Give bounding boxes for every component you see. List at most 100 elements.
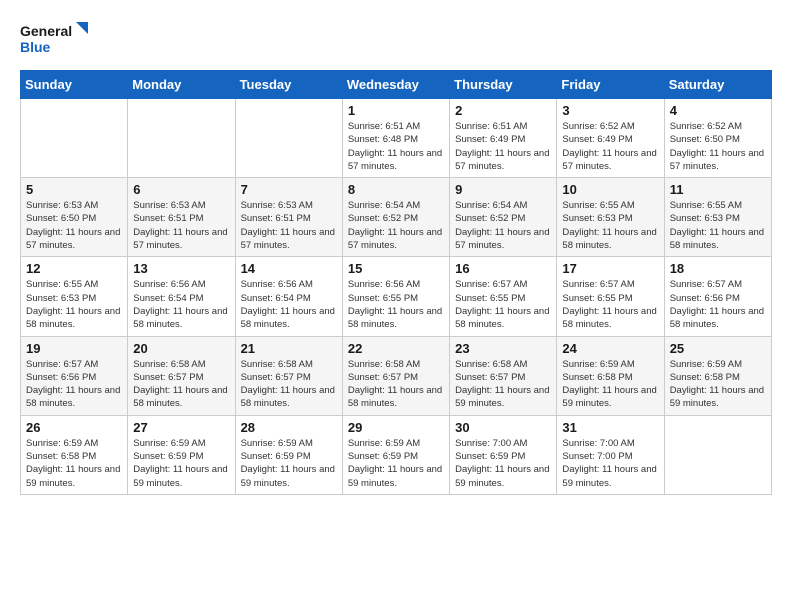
day-number: 1 bbox=[348, 103, 444, 118]
calendar-cell: 30 Sunrise: 7:00 AMSunset: 6:59 PMDayligh… bbox=[450, 415, 557, 494]
column-header-sunday: Sunday bbox=[21, 71, 128, 99]
calendar-cell: 25 Sunrise: 6:59 AMSunset: 6:58 PMDayligh… bbox=[664, 336, 771, 415]
day-info: Sunrise: 6:57 AMSunset: 6:56 PMDaylight:… bbox=[26, 358, 122, 411]
day-number: 27 bbox=[133, 420, 229, 435]
day-number: 5 bbox=[26, 182, 122, 197]
day-number: 15 bbox=[348, 261, 444, 276]
day-info: Sunrise: 6:55 AMSunset: 6:53 PMDaylight:… bbox=[562, 199, 658, 252]
calendar-cell: 31 Sunrise: 7:00 AMSunset: 7:00 PMDayligh… bbox=[557, 415, 664, 494]
day-info: Sunrise: 6:51 AMSunset: 6:48 PMDaylight:… bbox=[348, 120, 444, 173]
day-info: Sunrise: 6:59 AMSunset: 6:58 PMDaylight:… bbox=[670, 358, 766, 411]
day-info: Sunrise: 6:57 AMSunset: 6:56 PMDaylight:… bbox=[670, 278, 766, 331]
column-header-tuesday: Tuesday bbox=[235, 71, 342, 99]
calendar-week-5: 26Sunrise: 6:59 AMSunset: 6:58 PMDayligh… bbox=[21, 415, 772, 494]
day-info: Sunrise: 6:59 AMSunset: 6:59 PMDaylight:… bbox=[241, 437, 337, 490]
calendar-cell: 2 Sunrise: 6:51 AMSunset: 6:49 PMDaylight… bbox=[450, 99, 557, 178]
day-number: 26 bbox=[26, 420, 122, 435]
column-header-monday: Monday bbox=[128, 71, 235, 99]
calendar-cell bbox=[235, 99, 342, 178]
day-number: 14 bbox=[241, 261, 337, 276]
calendar-cell: 13Sunrise: 6:56 AMSunset: 6:54 PMDayligh… bbox=[128, 257, 235, 336]
day-info: Sunrise: 6:51 AMSunset: 6:49 PMDaylight:… bbox=[455, 120, 551, 173]
calendar-header-row: SundayMondayTuesdayWednesdayThursdayFrid… bbox=[21, 71, 772, 99]
day-info: Sunrise: 6:54 AMSunset: 6:52 PMDaylight:… bbox=[348, 199, 444, 252]
day-number: 12 bbox=[26, 261, 122, 276]
day-info: Sunrise: 6:54 AMSunset: 6:52 PMDaylight:… bbox=[455, 199, 551, 252]
calendar-cell: 4 Sunrise: 6:52 AMSunset: 6:50 PMDaylight… bbox=[664, 99, 771, 178]
calendar-cell: 20 Sunrise: 6:58 AMSunset: 6:57 PMDayligh… bbox=[128, 336, 235, 415]
calendar-cell: 5 Sunrise: 6:53 AMSunset: 6:50 PMDaylight… bbox=[21, 178, 128, 257]
calendar-cell: 28 Sunrise: 6:59 AMSunset: 6:59 PMDayligh… bbox=[235, 415, 342, 494]
day-number: 10 bbox=[562, 182, 658, 197]
day-number: 17 bbox=[562, 261, 658, 276]
calendar-cell: 26Sunrise: 6:59 AMSunset: 6:58 PMDayligh… bbox=[21, 415, 128, 494]
day-number: 25 bbox=[670, 341, 766, 356]
calendar-cell: 7 Sunrise: 6:53 AMSunset: 6:51 PMDaylight… bbox=[235, 178, 342, 257]
logo: GeneralBlue bbox=[20, 20, 90, 60]
calendar-cell: 17 Sunrise: 6:57 AMSunset: 6:55 PMDayligh… bbox=[557, 257, 664, 336]
calendar-cell: 6 Sunrise: 6:53 AMSunset: 6:51 PMDaylight… bbox=[128, 178, 235, 257]
calendar-cell: 29 Sunrise: 6:59 AMSunset: 6:59 PMDayligh… bbox=[342, 415, 449, 494]
day-info: Sunrise: 6:58 AMSunset: 6:57 PMDaylight:… bbox=[133, 358, 229, 411]
calendar-cell: 21 Sunrise: 6:58 AMSunset: 6:57 PMDayligh… bbox=[235, 336, 342, 415]
day-info: Sunrise: 6:55 AMSunset: 6:53 PMDaylight:… bbox=[670, 199, 766, 252]
day-number: 28 bbox=[241, 420, 337, 435]
day-info: Sunrise: 6:52 AMSunset: 6:50 PMDaylight:… bbox=[670, 120, 766, 173]
calendar-week-3: 12 Sunrise: 6:55 AMSunset: 6:53 PMDayligh… bbox=[21, 257, 772, 336]
day-number: 3 bbox=[562, 103, 658, 118]
day-number: 16 bbox=[455, 261, 551, 276]
calendar-cell: 19 Sunrise: 6:57 AMSunset: 6:56 PMDayligh… bbox=[21, 336, 128, 415]
calendar-cell: 22 Sunrise: 6:58 AMSunset: 6:57 PMDayligh… bbox=[342, 336, 449, 415]
day-info: Sunrise: 6:58 AMSunset: 6:57 PMDaylight:… bbox=[455, 358, 551, 411]
day-info: Sunrise: 6:57 AMSunset: 6:55 PMDaylight:… bbox=[455, 278, 551, 331]
day-number: 6 bbox=[133, 182, 229, 197]
day-info: Sunrise: 6:53 AMSunset: 6:51 PMDaylight:… bbox=[241, 199, 337, 252]
calendar-cell bbox=[664, 415, 771, 494]
day-info: Sunrise: 6:57 AMSunset: 6:55 PMDaylight:… bbox=[562, 278, 658, 331]
day-info: Sunrise: 6:56 AMSunset: 6:55 PMDaylight:… bbox=[348, 278, 444, 331]
svg-text:General: General bbox=[20, 23, 72, 39]
day-number: 22 bbox=[348, 341, 444, 356]
day-info: Sunrise: 6:56 AMSunset: 6:54 PMDaylight:… bbox=[241, 278, 337, 331]
day-info: Sunrise: 6:59 AMSunset: 6:58 PMDaylight:… bbox=[562, 358, 658, 411]
calendar-cell: 1 Sunrise: 6:51 AMSunset: 6:48 PMDaylight… bbox=[342, 99, 449, 178]
day-info: Sunrise: 6:58 AMSunset: 6:57 PMDaylight:… bbox=[241, 358, 337, 411]
day-info: Sunrise: 6:53 AMSunset: 6:51 PMDaylight:… bbox=[133, 199, 229, 252]
day-number: 29 bbox=[348, 420, 444, 435]
day-number: 24 bbox=[562, 341, 658, 356]
day-number: 20 bbox=[133, 341, 229, 356]
calendar-cell: 15 Sunrise: 6:56 AMSunset: 6:55 PMDayligh… bbox=[342, 257, 449, 336]
day-number: 31 bbox=[562, 420, 658, 435]
day-info: Sunrise: 6:58 AMSunset: 6:57 PMDaylight:… bbox=[348, 358, 444, 411]
day-info: Sunrise: 6:56 AMSunset: 6:54 PMDaylight:… bbox=[133, 278, 229, 331]
day-number: 21 bbox=[241, 341, 337, 356]
day-info: Sunrise: 6:55 AMSunset: 6:53 PMDaylight:… bbox=[26, 278, 122, 331]
column-header-thursday: Thursday bbox=[450, 71, 557, 99]
day-number: 18 bbox=[670, 261, 766, 276]
calendar-cell: 8Sunrise: 6:54 AMSunset: 6:52 PMDaylight… bbox=[342, 178, 449, 257]
calendar-table: SundayMondayTuesdayWednesdayThursdayFrid… bbox=[20, 70, 772, 495]
day-info: Sunrise: 6:59 AMSunset: 6:59 PMDaylight:… bbox=[348, 437, 444, 490]
day-number: 7 bbox=[241, 182, 337, 197]
calendar-cell: 10 Sunrise: 6:55 AMSunset: 6:53 PMDayligh… bbox=[557, 178, 664, 257]
calendar-week-2: 5 Sunrise: 6:53 AMSunset: 6:50 PMDaylight… bbox=[21, 178, 772, 257]
logo-graphic: GeneralBlue bbox=[20, 20, 90, 60]
day-number: 19 bbox=[26, 341, 122, 356]
calendar-cell: 18 Sunrise: 6:57 AMSunset: 6:56 PMDayligh… bbox=[664, 257, 771, 336]
calendar-cell: 11Sunrise: 6:55 AMSunset: 6:53 PMDayligh… bbox=[664, 178, 771, 257]
calendar-cell: 3Sunrise: 6:52 AMSunset: 6:49 PMDaylight… bbox=[557, 99, 664, 178]
day-number: 4 bbox=[670, 103, 766, 118]
calendar-week-4: 19 Sunrise: 6:57 AMSunset: 6:56 PMDayligh… bbox=[21, 336, 772, 415]
calendar-week-1: 1 Sunrise: 6:51 AMSunset: 6:48 PMDaylight… bbox=[21, 99, 772, 178]
column-header-wednesday: Wednesday bbox=[342, 71, 449, 99]
day-number: 2 bbox=[455, 103, 551, 118]
day-number: 9 bbox=[455, 182, 551, 197]
page-header: GeneralBlue bbox=[20, 20, 772, 60]
day-info: Sunrise: 6:53 AMSunset: 6:50 PMDaylight:… bbox=[26, 199, 122, 252]
calendar-cell: 23Sunrise: 6:58 AMSunset: 6:57 PMDayligh… bbox=[450, 336, 557, 415]
day-info: Sunrise: 7:00 AMSunset: 7:00 PMDaylight:… bbox=[562, 437, 658, 490]
column-header-saturday: Saturday bbox=[664, 71, 771, 99]
day-number: 30 bbox=[455, 420, 551, 435]
svg-text:Blue: Blue bbox=[20, 39, 51, 55]
day-info: Sunrise: 7:00 AMSunset: 6:59 PMDaylight:… bbox=[455, 437, 551, 490]
